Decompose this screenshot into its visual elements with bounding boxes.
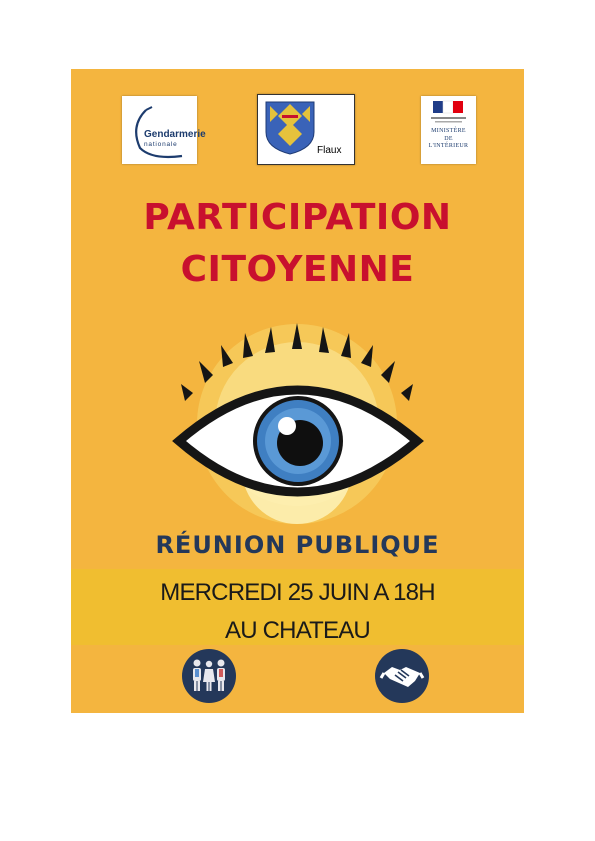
poster: Gendarmerie nationale Flaux MINISTÈRE DE…	[71, 69, 524, 713]
coat-of-arms-icon	[265, 101, 315, 155]
event-place: AU CHATEAU	[225, 617, 371, 644]
gendarmerie-subtitle: nationale	[144, 141, 178, 148]
title-line-2: CITOYENNE	[180, 249, 415, 290]
ministere-logo: MINISTÈRE DE L'INTÉRIEUR	[421, 96, 476, 164]
flaux-label: Flaux	[317, 145, 342, 156]
flaux-logo: Flaux	[257, 94, 355, 165]
gendarmerie-name: Gendarmerie	[144, 129, 206, 140]
title-line-1: PARTICIPATION	[143, 197, 452, 238]
event-heading: RÉUNION PUBLIQUE	[155, 531, 440, 559]
eye-icon	[172, 323, 424, 524]
handshake-icon	[375, 649, 429, 703]
event-date: MERCREDI 25 JUIN A 18H	[160, 579, 435, 606]
ministere-text: MINISTÈRE DE L'INTÉRIEUR	[428, 128, 469, 149]
marianne-flag-icon	[431, 100, 466, 123]
gendarmerie-logo: Gendarmerie nationale	[122, 96, 206, 164]
people-icon	[182, 649, 236, 703]
